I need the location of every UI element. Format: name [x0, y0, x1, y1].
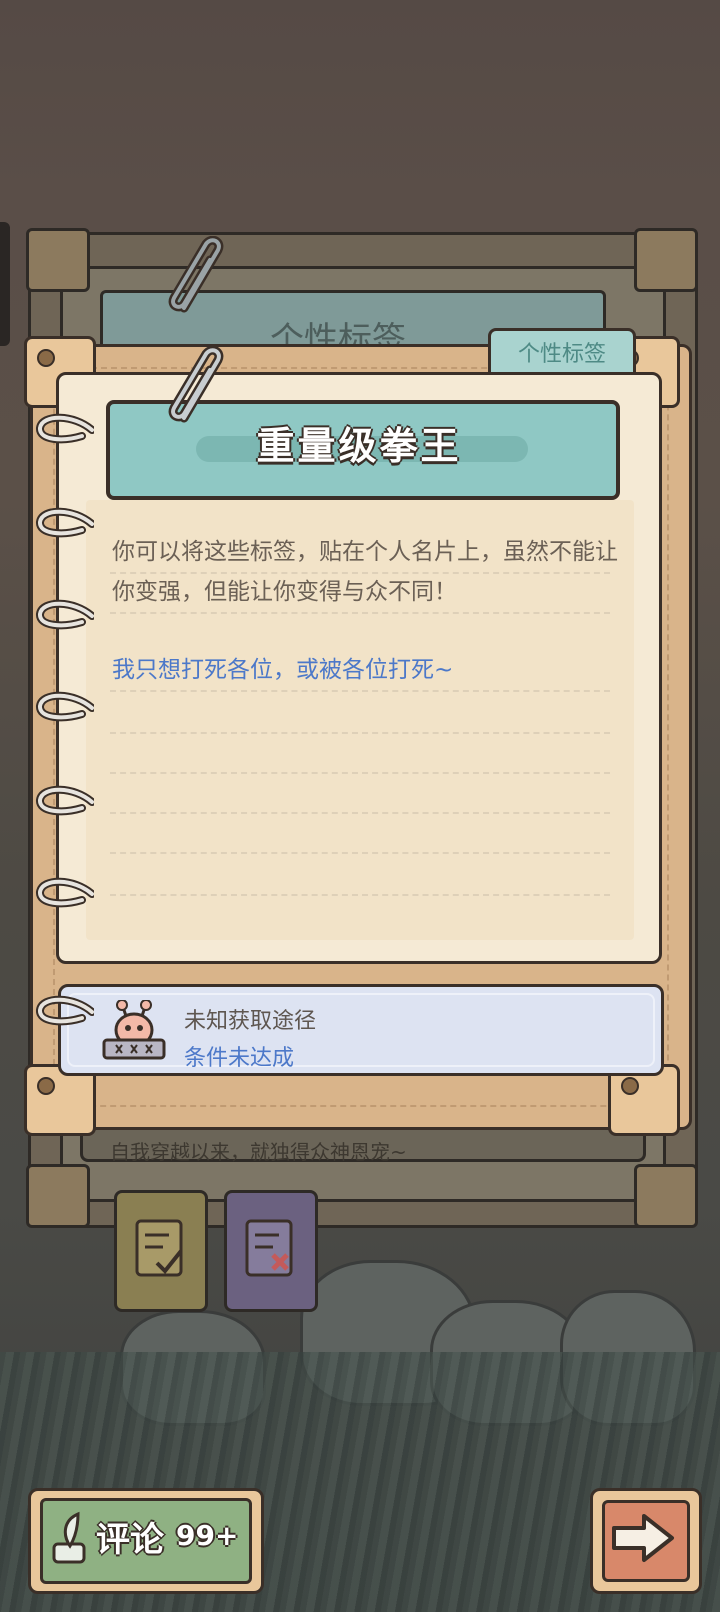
comment-count: 99+	[176, 1519, 239, 1552]
tag-quote: 我只想打死各位，或被各位打死~	[112, 657, 454, 683]
ruled-line	[110, 894, 610, 896]
back-corner-bracket	[634, 1164, 698, 1228]
checklist-icon	[135, 1219, 183, 1277]
arrow-right-icon	[612, 1514, 674, 1562]
paperclip-icon	[168, 346, 224, 423]
quill-icon	[52, 1511, 86, 1564]
acquisition-source: 未知获取途径	[184, 1009, 317, 1034]
back-card-text: 自我穿越以来，就独得众神恩宠~	[110, 1140, 407, 1164]
comment-label: 评论	[96, 1520, 164, 1560]
ruled-line	[110, 612, 610, 614]
side-edge-tab	[0, 222, 10, 346]
spiral-ring-icon	[36, 599, 94, 630]
spiral-ring-icon	[36, 691, 94, 722]
tab-owned[interactable]	[114, 1190, 208, 1312]
back-corner-bracket	[26, 228, 90, 292]
back-corner-bracket	[26, 1164, 90, 1228]
ruled-line	[110, 732, 610, 734]
ruled-line	[110, 690, 610, 692]
spiral-ring-icon	[36, 507, 94, 538]
ruled-line	[110, 812, 610, 814]
paperclip-icon	[168, 236, 224, 313]
spiral-ring-icon	[36, 413, 94, 444]
spiral-ring-icon	[36, 877, 94, 908]
ruled-line	[110, 852, 610, 854]
acquisition-status: 条件未达成	[184, 1046, 295, 1071]
tag-description: 你可以将这些标签，贴在个人名片上，虽然不能让你变强，但能让你变得与众不同！	[112, 539, 618, 605]
spiral-ring-icon	[36, 995, 94, 1026]
back-corner-bracket	[634, 228, 698, 292]
spiral-ring-icon	[36, 785, 94, 816]
tab-unowned[interactable]	[224, 1190, 318, 1312]
ruled-line	[110, 772, 610, 774]
crossed-list-icon	[245, 1219, 293, 1277]
snail-mascot-icon	[102, 1000, 166, 1060]
